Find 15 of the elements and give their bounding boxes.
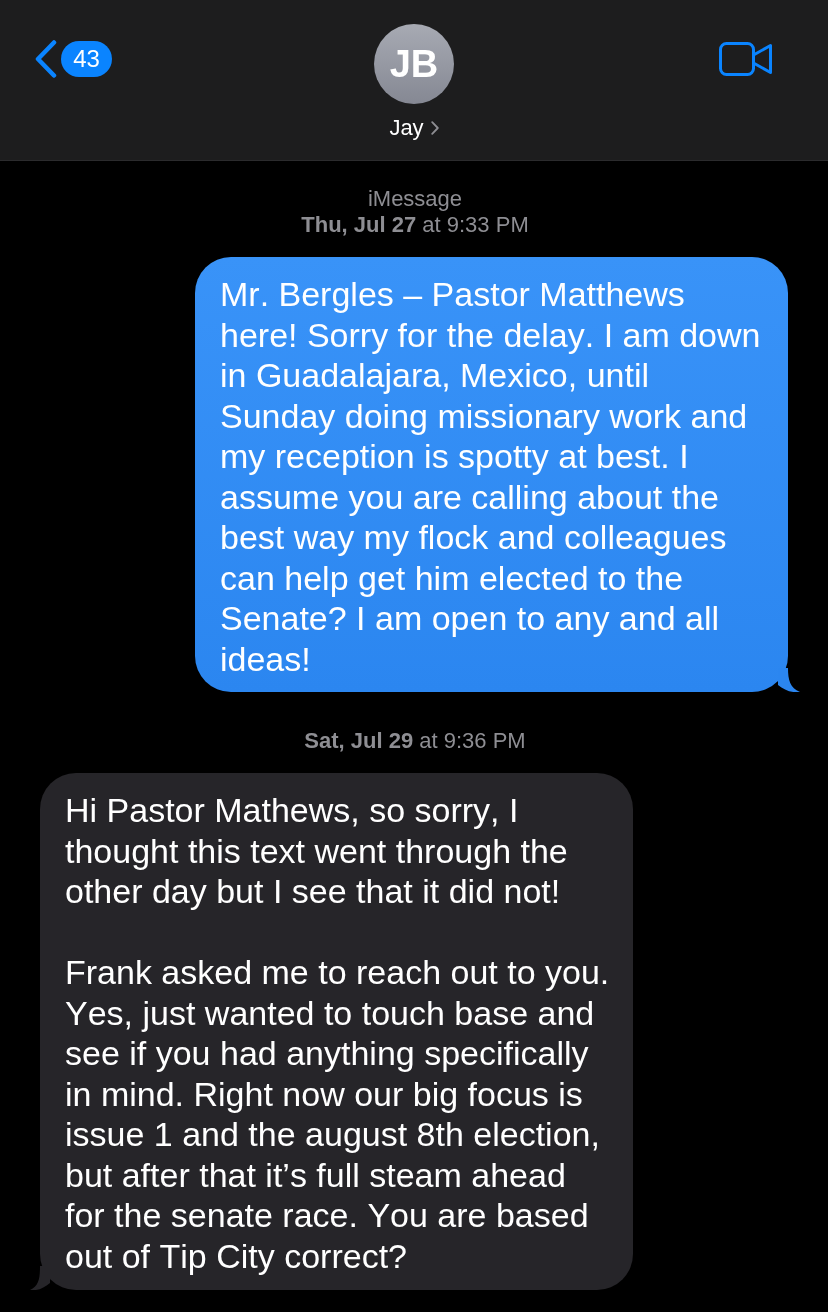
service-label: iMessage: [367, 186, 463, 212]
unread-count-badge: 43: [61, 41, 112, 77]
chevron-right-icon: [430, 121, 439, 135]
back-button[interactable]: 43: [34, 40, 112, 78]
bubble-tail-icon: [778, 668, 800, 692]
contact-name-button[interactable]: Jay: [389, 115, 439, 141]
message-text: Hi Pastor Mathews, so sorry, I thought this text went through the other day but I see that it did not!: [65, 790, 569, 912]
message-text: Frank asked me to reach out to you. Yes, just wanted to touch base and see if you had anything specifically in mind. Right now our big focus is issue 1 and the august 8th election, but after that it’s full steam ahead for the senate race. You are based out of Tip City correct?: [65, 952, 611, 1276]
timestamp: Sat, Jul 29 at 9:36 PM: [304, 728, 526, 754]
video-call-button[interactable]: [719, 42, 773, 76]
contact-avatar[interactable]: JB: [374, 24, 454, 104]
video-camera-icon: [719, 42, 773, 76]
back-chevron-icon: [34, 40, 58, 78]
message-text: Mr. Bergles – Pastor Matthews here! Sorry for the delay. I am down in Guadalajara, Mexico, until Sunday doing missionary work and my reception is spotty at best. I assume you are calling about the best way my flock and colleagues can help get him elected to the Senate? I am open to any and all ideas!: [220, 274, 762, 679]
timestamp: Thu, Jul 27 at 9:33 PM: [301, 212, 529, 238]
